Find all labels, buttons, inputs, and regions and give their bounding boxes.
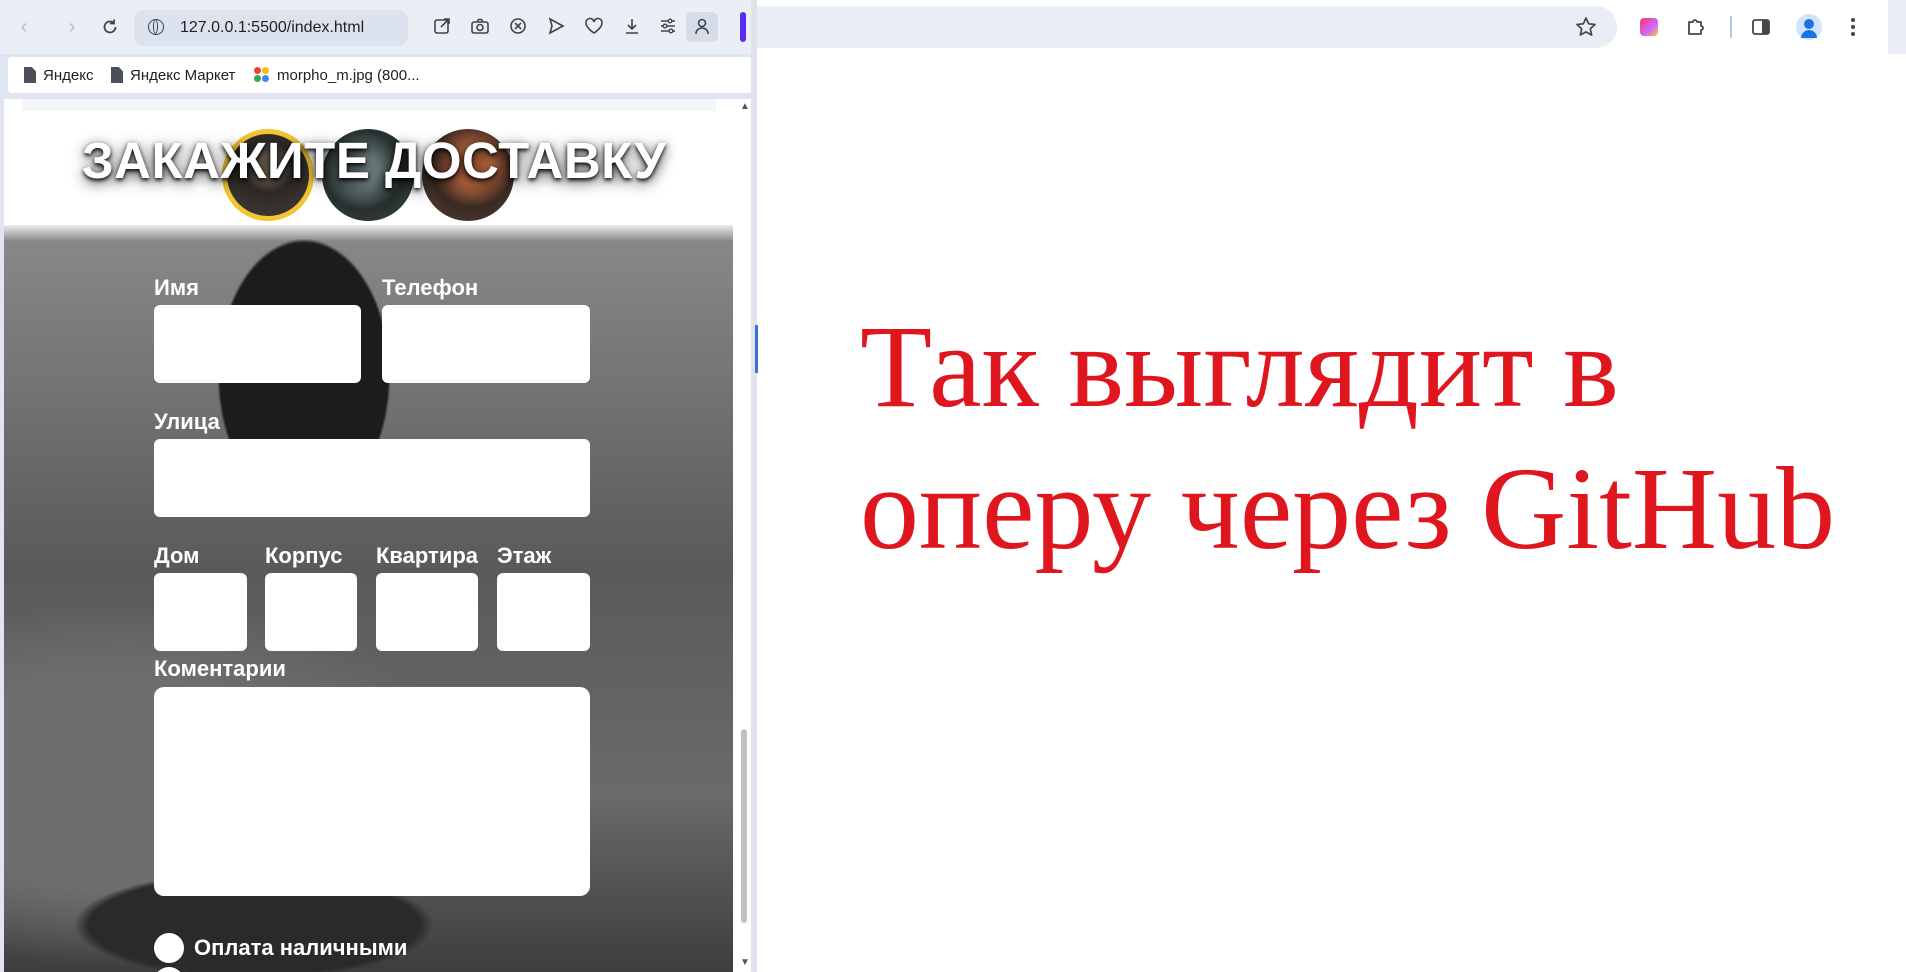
bookmark-morpho-image[interactable]: morpho_m.jpg (800... — [254, 65, 420, 85]
chrome-profile-avatar[interactable] — [1796, 14, 1822, 40]
payment-option-2[interactable] — [154, 967, 184, 972]
building-label: Корпус — [265, 543, 343, 568]
bookmark-yandex[interactable]: Яндекс — [24, 65, 93, 85]
share-icon[interactable] — [430, 14, 454, 38]
page-scrollbar[interactable]: ▲ ▼ — [737, 99, 751, 972]
send-icon[interactable] — [544, 14, 568, 38]
name-label: Имя — [154, 275, 199, 300]
back-button[interactable]: ‹ — [10, 13, 38, 41]
phone-label: Телефон — [382, 275, 479, 300]
download-icon[interactable] — [620, 14, 644, 38]
scroll-up-icon[interactable]: ▲ — [740, 101, 750, 112]
bookmark-yandex-market[interactable]: Яндекс Маркет — [111, 65, 235, 85]
camera-icon[interactable] — [468, 14, 492, 38]
street-label: Улица — [154, 409, 220, 434]
bookmark-star-icon[interactable] — [1573, 14, 1599, 40]
payment-cash-radio[interactable] — [154, 933, 184, 963]
bookmarks-bar: Яндекс Яндекс Маркет morpho_m.jpg (800..… — [8, 57, 752, 93]
scroll-down-icon[interactable]: ▼ — [740, 957, 750, 968]
payment-radio-2[interactable] — [154, 967, 184, 972]
heart-icon[interactable] — [582, 14, 606, 38]
reload-icon — [103, 19, 117, 34]
window-edge — [1888, 0, 1906, 54]
toolbar-separator — [1730, 16, 1732, 38]
comments-label: Коментарии — [154, 656, 286, 681]
page-top-strip — [22, 99, 716, 111]
house-input[interactable] — [154, 573, 247, 651]
background-fade — [4, 225, 733, 241]
extensions-puzzle-icon[interactable] — [1683, 14, 1709, 40]
payment-cash-label: Оплата наличными — [194, 935, 408, 960]
image-icon — [254, 67, 270, 83]
floor-label: Этаж — [497, 543, 552, 568]
bookmark-label: Яндекс — [43, 66, 94, 84]
extension-icon[interactable] — [1640, 18, 1658, 36]
bookmark-label: morpho_m.jpg (800... — [277, 66, 420, 84]
profile-button[interactable] — [686, 12, 718, 42]
bookmark-label: Яндекс Маркет — [130, 66, 236, 84]
opera-browser-window: ‹ › 127.0.0.1:5500/index.html Яндекс Янд… — [0, 0, 757, 972]
reload-button[interactable] — [96, 13, 124, 41]
page-icon — [24, 67, 36, 83]
phone-input[interactable] — [382, 305, 590, 383]
apartment-input[interactable] — [376, 573, 478, 651]
name-input[interactable] — [154, 305, 361, 383]
house-label: Дом — [154, 543, 200, 568]
profile-icon — [695, 18, 709, 35]
forward-button[interactable]: › — [58, 13, 86, 41]
adblock-icon[interactable] — [506, 14, 530, 38]
page-icon — [111, 67, 123, 83]
side-panel-icon[interactable] — [1748, 14, 1774, 40]
chrome-address-bar[interactable] — [757, 6, 1617, 48]
street-input[interactable] — [154, 439, 590, 517]
building-input[interactable] — [265, 573, 357, 651]
opera-sidebar-accent — [740, 12, 746, 42]
apartment-label: Квартира — [376, 543, 479, 568]
opera-github-caption: Так выглядит в оперу через GitHub — [860, 301, 1836, 574]
comments-textarea[interactable] — [154, 687, 590, 896]
floor-input[interactable] — [497, 573, 590, 651]
address-bar[interactable]: 127.0.0.1:5500/index.html — [134, 10, 408, 46]
easy-setup-icon[interactable] — [656, 14, 680, 38]
browser-toolbar: ‹ › 127.0.0.1:5500/index.html — [0, 0, 757, 54]
scrollbar-thumb[interactable] — [741, 729, 747, 923]
payment-cash-option[interactable]: Оплата наличными — [154, 933, 407, 963]
window-divider — [751, 0, 757, 972]
globe-icon — [148, 19, 164, 35]
page-viewport: ЗАКАЖИТЕ ДОСТАВКУ Имя Телефон Улица Дом … — [4, 99, 751, 972]
url-text[interactable]: 127.0.0.1:5500/index.html — [180, 19, 364, 37]
hero-title: ЗАКАЖИТЕ ДОСТАВКУ — [81, 132, 667, 189]
window-resize-handle[interactable] — [755, 325, 758, 373]
chrome-menu-icon[interactable] — [1840, 14, 1866, 40]
